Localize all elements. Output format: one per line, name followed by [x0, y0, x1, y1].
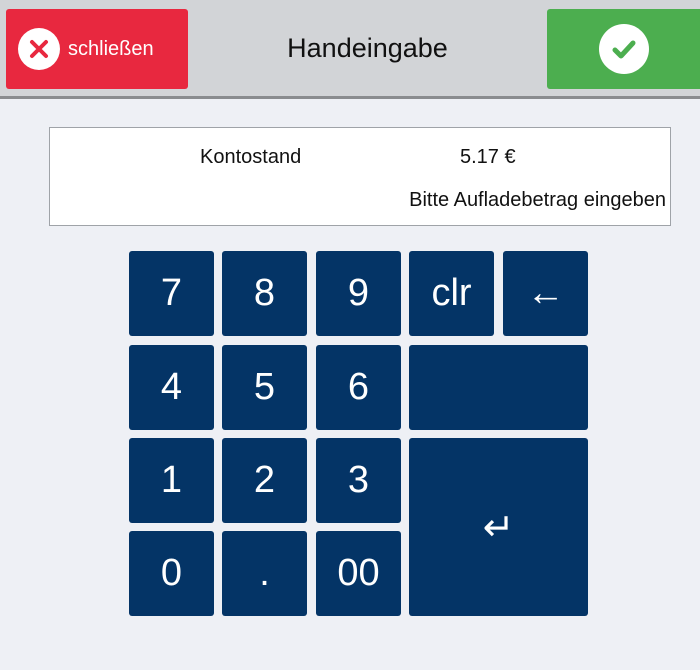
- enter-button[interactable]: ↵: [409, 438, 588, 616]
- key-1[interactable]: 1: [129, 438, 214, 523]
- close-x-icon: [18, 28, 60, 70]
- close-button-label: schließen: [68, 37, 154, 60]
- clear-button[interactable]: clr: [409, 251, 494, 336]
- balance-panel: Kontostand 5.17 € Bitte Aufladebetrag ei…: [49, 127, 671, 226]
- decimal-point-key[interactable]: .: [222, 531, 307, 616]
- key-7[interactable]: 7: [129, 251, 214, 336]
- page-title: Handeingabe: [287, 33, 448, 63]
- checkmark-icon: [598, 24, 649, 74]
- key-5[interactable]: 5: [222, 345, 307, 430]
- top-bar: schließen Handeingabe: [0, 0, 700, 99]
- key-6[interactable]: 6: [316, 345, 401, 430]
- key-9[interactable]: 9: [316, 251, 401, 336]
- confirm-button[interactable]: [547, 9, 700, 89]
- key-00[interactable]: 00: [316, 531, 401, 616]
- key-0[interactable]: 0: [129, 531, 214, 616]
- close-button[interactable]: schließen: [6, 9, 188, 89]
- backspace-button[interactable]: ←: [503, 251, 588, 336]
- blank-key[interactable]: [409, 345, 588, 430]
- key-3[interactable]: 3: [316, 438, 401, 523]
- amount-hint: Bitte Aufladebetrag eingeben: [409, 189, 666, 211]
- key-4[interactable]: 4: [129, 345, 214, 430]
- balance-label: Kontostand: [200, 146, 302, 168]
- balance-value: 5.17 €: [460, 146, 516, 168]
- key-8[interactable]: 8: [222, 251, 307, 336]
- key-2[interactable]: 2: [222, 438, 307, 523]
